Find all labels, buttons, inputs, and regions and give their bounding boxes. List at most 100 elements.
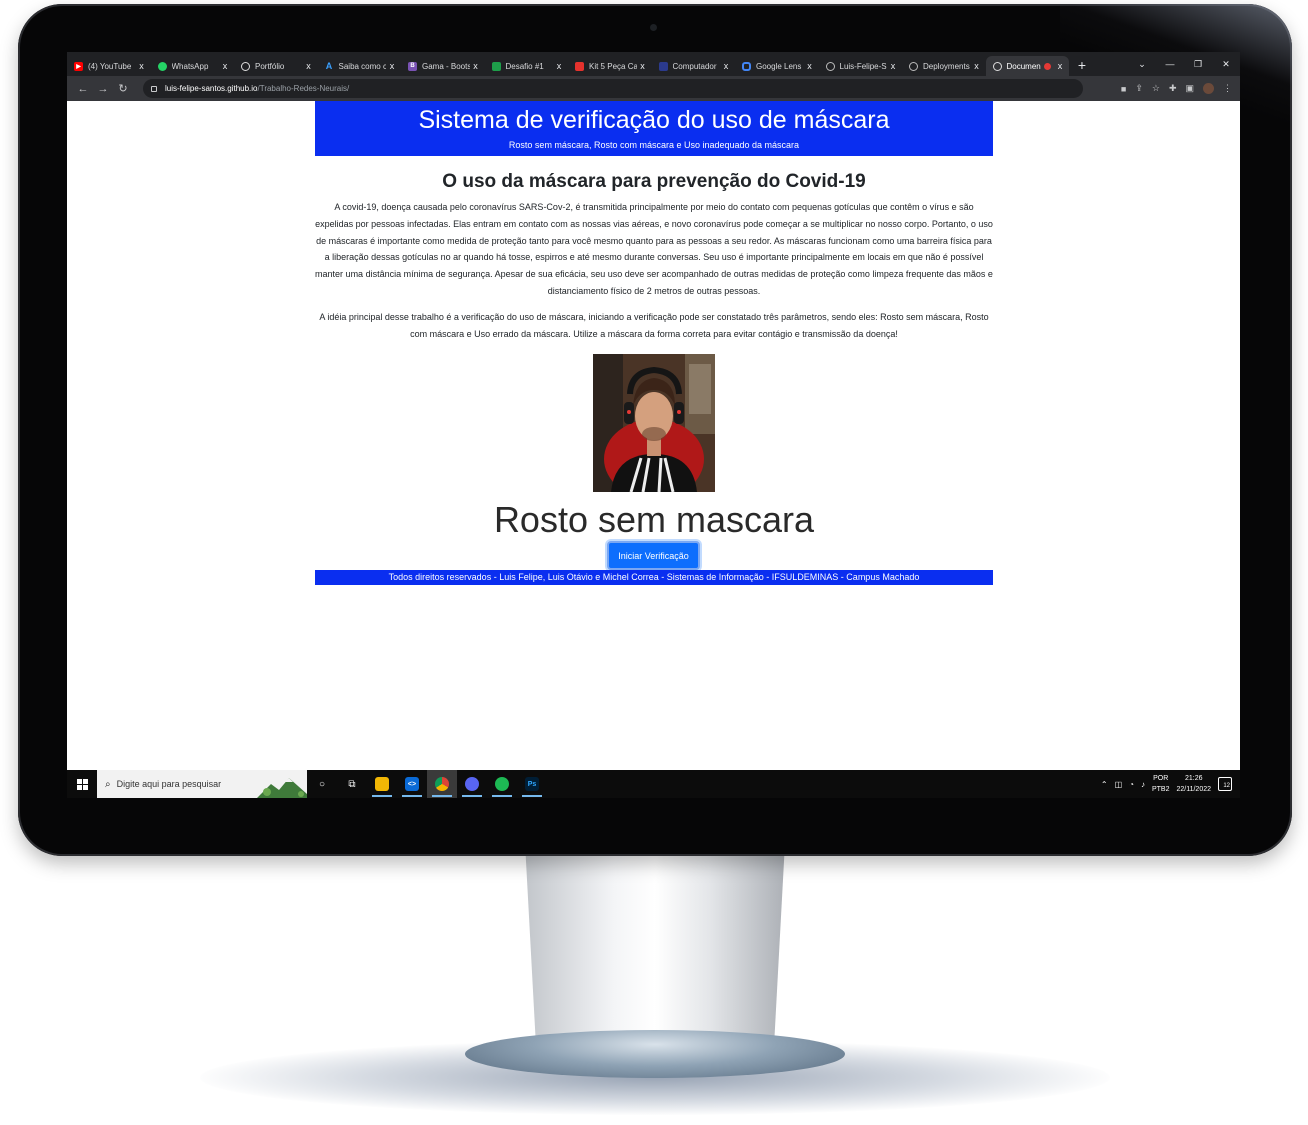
forward-arrow-icon[interactable]: → [93, 83, 113, 95]
close-icon[interactable]: x [136, 61, 148, 71]
page-subtitle: Rosto sem máscara, Rosto com máscara e U… [508, 140, 800, 150]
notification-count: 12 [1223, 783, 1230, 789]
tab-title: Documen [1006, 61, 1041, 71]
profile-avatar[interactable] [1203, 83, 1214, 94]
camera-icon[interactable]: ■ [1121, 84, 1126, 94]
tab-document[interactable]: Documen x [985, 56, 1069, 76]
reload-icon[interactable]: ↻ [113, 82, 133, 95]
close-icon[interactable]: x [386, 61, 398, 71]
close-icon[interactable]: x [971, 61, 983, 71]
close-icon[interactable]: x [219, 61, 231, 71]
back-arrow-icon[interactable]: ← [73, 83, 93, 95]
window-close-icon[interactable]: ✕ [1212, 59, 1240, 70]
share-icon[interactable]: ⇪ [1135, 83, 1143, 94]
tab-title: (4) YouTube [88, 61, 132, 71]
close-icon[interactable]: x [887, 61, 899, 71]
tab-saiba[interactable]: A Saiba como c x [318, 56, 402, 76]
keyboard-layout: PTB2 [1151, 786, 1170, 793]
url-path: /Trabalho-Redes-Neurais/ [257, 84, 350, 93]
start-verification-button[interactable]: Iniciar Verificação [607, 541, 700, 570]
tab-google-lens[interactable]: Google Lens x [735, 56, 819, 76]
tab-title: Desafio #1 [505, 61, 544, 71]
github-icon [825, 61, 835, 71]
tab-title: Saiba como c [338, 61, 387, 71]
discord-icon[interactable] [457, 770, 487, 798]
store-icon [658, 61, 668, 71]
tab-title: WhatsApp [171, 61, 209, 71]
search-highlight-icon [257, 778, 307, 798]
tab-gama[interactable]: B Gama - Boots x [401, 56, 485, 76]
tab-title: Portfólio [255, 61, 285, 71]
close-icon[interactable]: x [553, 61, 565, 71]
arc-icon: A [325, 61, 333, 71]
clock[interactable]: 21:26 22/11/2022 [1176, 773, 1211, 795]
globe-icon [992, 61, 1002, 71]
section-title: O uso da máscara para prevenção do Covid… [442, 171, 866, 192]
page-title: Sistema de verificação do uso de máscara [418, 106, 890, 134]
new-tab-button[interactable]: + [1069, 57, 1095, 73]
google-lens-icon [742, 61, 751, 71]
tab-github-repo[interactable]: Luis-Felipe-S x [819, 56, 903, 76]
github-icon [909, 61, 918, 71]
star-icon[interactable]: ☆ [1152, 83, 1160, 94]
restore-icon[interactable]: ❐ [1184, 59, 1212, 70]
shop-icon [575, 61, 584, 71]
windows-logo-icon [76, 778, 88, 790]
search-placeholder: Digite aqui para pesquisar [116, 779, 222, 789]
youtube-icon: ▶ [74, 61, 83, 71]
taskbar-search[interactable]: ⌕ Digite aqui para pesquisar [97, 770, 307, 798]
goal-paragraph: A idéia principal desse trabalho é a ver… [319, 312, 989, 339]
tab-whatsapp[interactable]: WhatsApp x [151, 56, 235, 76]
web-page: Sistema de verificação do uso de máscara… [67, 101, 1240, 770]
file-explorer-icon[interactable] [367, 770, 397, 798]
clock-date: 22/11/2022 [1176, 786, 1211, 793]
start-button[interactable] [67, 778, 97, 790]
windows-taskbar: ⌕ Digite aqui para pesquisar ○ ⧉ <> Ps ⌃… [67, 770, 1240, 798]
close-icon[interactable]: x [1054, 61, 1066, 71]
tab-desafio[interactable]: Desafio #1 x [485, 56, 569, 76]
tray-chevron-icon[interactable]: ⌃ [1101, 780, 1108, 789]
photoshop-icon[interactable]: Ps [517, 770, 547, 798]
language-indicator[interactable]: POR PTB2 [1152, 773, 1170, 795]
search-icon: ⌕ [105, 778, 111, 790]
address-bar[interactable]: luis-felipe-santos.github.io /Trabalho-R… [143, 79, 1083, 98]
cortana-icon[interactable]: ○ [307, 770, 337, 798]
vscode-icon[interactable]: <> [397, 770, 427, 798]
tab-youtube[interactable]: ▶ (4) YouTube x [67, 56, 151, 76]
network-icon[interactable]: ◫ [1115, 780, 1123, 789]
system-tray: ⌃ ◫ ◔ ♪ POR PTB2 21:26 22/11/2022 12 [1101, 773, 1240, 795]
tab-title: Kit 5 Peça Ca [589, 61, 637, 71]
wifi-icon[interactable]: ◔ [1129, 780, 1134, 789]
whatsapp-icon [157, 61, 167, 71]
task-view-icon[interactable]: ⧉ [337, 770, 367, 798]
close-icon[interactable]: x [720, 61, 732, 71]
sidepanel-icon[interactable]: ▣ [1185, 83, 1194, 94]
tab-portfolio[interactable]: Portfólio x [234, 56, 318, 76]
spotify-icon[interactable] [487, 770, 517, 798]
close-icon[interactable]: x [804, 61, 816, 71]
menu-kebab-icon[interactable]: ⋮ [1223, 83, 1232, 94]
clock-time: 21:26 [1184, 775, 1203, 782]
monitor-screen: ▶ (4) YouTube x WhatsApp x Portfólio x A… [67, 52, 1240, 798]
tab-title: Google Lens [756, 61, 802, 71]
chrome-icon[interactable] [427, 770, 457, 798]
desafio-icon [491, 61, 501, 71]
close-icon[interactable]: x [637, 61, 649, 71]
tab-deployments[interactable]: Deployments x [902, 56, 986, 76]
tab-search-icon[interactable]: ⌄ [1128, 59, 1156, 70]
tab-title: Deployments [923, 61, 970, 71]
tab-kit[interactable]: Kit 5 Peça Ca x [568, 56, 652, 76]
close-icon[interactable]: x [303, 61, 315, 71]
webcam-feed [593, 354, 715, 492]
bootstrap-icon: B [408, 61, 417, 71]
notification-icon[interactable]: 12 [1218, 777, 1232, 791]
intro-paragraph: A covid-19, doença causada pelo coronaví… [315, 202, 993, 296]
globe-icon [241, 61, 250, 71]
window-controls: ⌄ — ❐ ✕ [1128, 59, 1240, 70]
close-icon[interactable]: x [470, 61, 482, 71]
extensions-icon[interactable]: ✚ [1169, 83, 1177, 94]
minimize-icon[interactable]: — [1156, 59, 1184, 69]
tab-computador[interactable]: Computador x [652, 56, 736, 76]
lock-icon [151, 85, 157, 92]
volume-icon[interactable]: ♪ [1141, 780, 1145, 789]
